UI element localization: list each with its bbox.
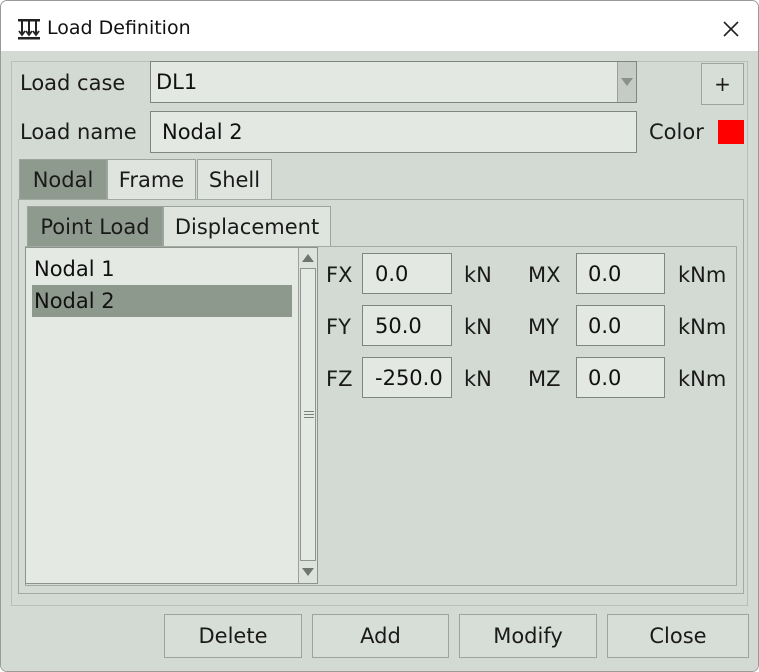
- mx-unit: kNm: [678, 263, 727, 287]
- fy-unit: kN: [464, 315, 492, 339]
- list-item[interactable]: Nodal 1: [32, 253, 292, 285]
- grip-line: [304, 414, 314, 415]
- load-name-label: Load name: [20, 120, 137, 144]
- add-load-case-button[interactable]: +: [701, 63, 744, 105]
- color-label: Color: [649, 120, 704, 144]
- fx-input[interactable]: 0.0: [362, 253, 452, 294]
- load-definition-dialog: Load Definition Load case DL1 + Load nam…: [0, 0, 759, 672]
- add-button[interactable]: Add: [312, 614, 449, 658]
- mz-value: 0.0: [588, 365, 622, 390]
- fz-input[interactable]: -250.0: [362, 357, 452, 398]
- fx-value: 0.0: [375, 261, 409, 286]
- dialog-body: Load case DL1 + Load name Nodal 2 Color …: [1, 51, 758, 671]
- delete-button[interactable]: Delete: [164, 614, 302, 658]
- fy-input[interactable]: 50.0: [362, 305, 452, 346]
- fy-label: FY: [326, 315, 351, 339]
- mx-input[interactable]: 0.0: [576, 253, 665, 294]
- fz-unit: kN: [464, 367, 492, 391]
- tab-shell[interactable]: Shell: [197, 159, 272, 199]
- fz-label: FZ: [326, 367, 353, 391]
- chevron-down-icon: [621, 78, 633, 86]
- list-item-selected[interactable]: Nodal 2: [32, 285, 292, 317]
- tab-displacement[interactable]: Displacement: [163, 206, 331, 246]
- load-name-input[interactable]: Nodal 2: [150, 111, 637, 153]
- tab-frame[interactable]: Frame: [107, 159, 196, 199]
- color-swatch[interactable]: [718, 120, 744, 144]
- modify-button[interactable]: Modify: [459, 614, 597, 658]
- fx-unit: kN: [464, 263, 492, 287]
- grip-line: [304, 417, 314, 418]
- mx-label: MX: [528, 263, 561, 287]
- node-list-scrollbar[interactable]: [298, 248, 317, 583]
- load-name-value: Nodal 2: [162, 120, 243, 144]
- load-arrows-icon: [18, 19, 40, 40]
- close-window-button[interactable]: [715, 13, 747, 45]
- scroll-up-button[interactable]: [299, 249, 317, 267]
- tab-point-load[interactable]: Point Load: [27, 206, 163, 246]
- mz-input[interactable]: 0.0: [576, 357, 665, 398]
- close-icon: [723, 21, 739, 37]
- load-case-label: Load case: [20, 71, 126, 95]
- fz-value: -250.0: [375, 365, 443, 390]
- arrow-up-icon: [302, 254, 314, 262]
- scroll-thumb[interactable]: [300, 268, 316, 561]
- my-label: MY: [528, 315, 559, 339]
- my-value: 0.0: [588, 313, 622, 338]
- my-input[interactable]: 0.0: [576, 305, 665, 346]
- tab-nodal[interactable]: Nodal: [19, 159, 107, 199]
- fx-label: FX: [326, 263, 353, 287]
- fy-value: 50.0: [375, 313, 422, 338]
- node-list[interactable]: Nodal 1 Nodal 2: [25, 247, 318, 584]
- arrow-down-icon: [302, 568, 314, 576]
- load-case-dropdown-button[interactable]: [617, 62, 636, 102]
- grip-line: [304, 411, 314, 412]
- mz-label: MZ: [528, 367, 561, 391]
- scroll-down-button[interactable]: [299, 563, 317, 581]
- mz-unit: kNm: [678, 367, 727, 391]
- close-button[interactable]: Close: [607, 614, 749, 658]
- load-case-value: DL1: [156, 70, 198, 94]
- window-title: Load Definition: [47, 17, 191, 39]
- mx-value: 0.0: [588, 261, 622, 286]
- load-case-combobox[interactable]: DL1: [150, 61, 637, 103]
- my-unit: kNm: [678, 315, 727, 339]
- title-bar: Load Definition: [1, 1, 758, 51]
